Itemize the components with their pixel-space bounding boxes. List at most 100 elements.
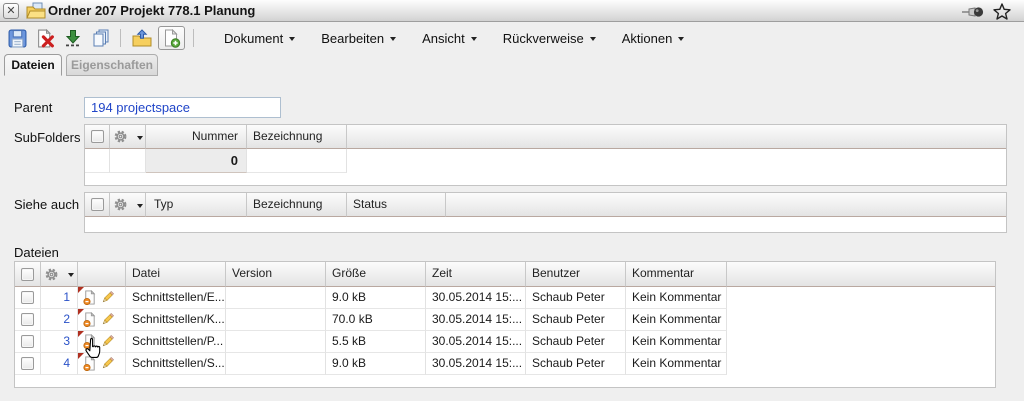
file-user-cell: Schaub Peter: [526, 331, 626, 353]
select-all-checkbox[interactable]: [85, 193, 110, 217]
column-header-kommentar[interactable]: Kommentar: [626, 262, 727, 287]
tab-bar: Dateien Eigenschaften: [0, 54, 1024, 76]
files-gear-menu[interactable]: [41, 262, 78, 287]
file-time-cell: 30.05.2014 15:...: [426, 287, 526, 309]
gear-icon: [113, 129, 128, 144]
file-version-cell: [226, 331, 326, 353]
menu-rueckverweise[interactable]: Rückverweise: [503, 31, 596, 46]
chevron-down-icon: [137, 204, 143, 208]
column-header-nummer[interactable]: Nummer: [146, 125, 247, 149]
row-checkbox[interactable]: [15, 353, 41, 375]
file-name-cell: Schnittstellen/S...: [126, 353, 226, 375]
gear-icon: [113, 197, 128, 212]
chevron-down-icon: [471, 37, 477, 41]
file-time-cell: 30.05.2014 15:...: [426, 353, 526, 375]
file-comment-cell: Kein Kommentar: [626, 353, 727, 375]
checkbox-icon: [21, 268, 34, 281]
files-table-body: 1 Schnittstellen/E... 9.0 kB 30.05.2014 …: [15, 287, 995, 375]
menu-ansicht[interactable]: Ansicht: [422, 31, 477, 46]
select-all-checkbox[interactable]: [85, 125, 110, 149]
subfolders-gear-menu[interactable]: [110, 125, 146, 149]
file-version-cell: [226, 287, 326, 309]
file-row: 3 Schnittstellen/P... 5.5 kB 30.05.2014 …: [15, 331, 995, 353]
window-title: Ordner 207 Projekt 778.1 Planung: [48, 0, 255, 22]
tab-eigenschaften[interactable]: Eigenschaften: [66, 54, 158, 76]
row-actions: [78, 287, 126, 309]
page-remove-icon[interactable]: [82, 290, 97, 305]
column-header-groesse[interactable]: Größe: [326, 262, 426, 287]
row-number-link[interactable]: 3: [41, 331, 78, 353]
files-table: Datei Version Größe Zeit Benutzer Kommen…: [14, 261, 996, 388]
new-document-icon[interactable]: [158, 26, 185, 50]
row-checkbox[interactable]: [15, 287, 41, 309]
column-header-status[interactable]: Status: [347, 193, 446, 217]
checkbox-icon: [21, 357, 34, 370]
close-icon[interactable]: ✕: [3, 3, 19, 19]
column-header-version[interactable]: Version: [226, 262, 326, 287]
toolbar-separator: [193, 29, 194, 47]
file-size-cell: 9.0 kB: [326, 353, 426, 375]
pencil-icon[interactable]: [100, 290, 115, 305]
chevron-down-icon: [590, 37, 596, 41]
folder-up-icon[interactable]: [131, 27, 153, 49]
column-header-typ[interactable]: Typ: [146, 193, 247, 217]
copy-icon[interactable]: [90, 27, 112, 49]
file-comment-cell: Kein Kommentar: [626, 287, 727, 309]
download-icon[interactable]: [62, 27, 84, 49]
gear-icon: [44, 267, 59, 282]
cursor-pointer: [82, 337, 103, 365]
siehe-auch-table: Typ Bezeichnung Status: [84, 192, 1007, 233]
file-name-cell: Schnittstellen/E...: [126, 287, 226, 309]
title-bar: ✕ Ordner 207 Projekt 778.1 Planung: [0, 0, 1024, 22]
row-number-link[interactable]: 4: [41, 353, 78, 375]
siehe-auch-header-row: Typ Bezeichnung Status: [85, 193, 1006, 217]
file-row: 1 Schnittstellen/E... 9.0 kB 30.05.2014 …: [15, 287, 995, 309]
file-comment-cell: Kein Kommentar: [626, 331, 727, 353]
column-header-benutzer[interactable]: Benutzer: [526, 262, 626, 287]
save-icon[interactable]: [6, 27, 28, 49]
menu-bearbeiten[interactable]: Bearbeiten: [321, 31, 396, 46]
chevron-down-icon: [678, 37, 684, 41]
siehe-auch-label: Siehe auch: [14, 197, 79, 212]
row-checkbox[interactable]: [15, 309, 41, 331]
checkbox-icon: [21, 313, 34, 326]
subfolders-label: SubFolders: [14, 130, 80, 145]
dateien-section-label: Dateien: [14, 245, 59, 260]
application-window: ✕ Ordner 207 Projekt 778.1 Planung: [0, 0, 1024, 401]
file-name-cell: Schnittstellen/P...: [126, 331, 226, 353]
chevron-down-icon: [390, 37, 396, 41]
file-user-cell: Schaub Peter: [526, 309, 626, 331]
file-comment-cell: Kein Kommentar: [626, 309, 727, 331]
toolbar-separator: [120, 29, 121, 47]
page-remove-icon[interactable]: [82, 312, 97, 327]
row-checkbox[interactable]: [15, 331, 41, 353]
column-header-datei[interactable]: Datei: [126, 262, 226, 287]
file-time-cell: 30.05.2014 15:...: [426, 309, 526, 331]
tab-dateien[interactable]: Dateien: [4, 54, 62, 76]
delete-document-icon[interactable]: [34, 27, 56, 49]
siehe-auch-gear-menu[interactable]: [110, 193, 146, 217]
files-header-row: Datei Version Größe Zeit Benutzer Kommen…: [15, 262, 995, 287]
file-version-cell: [226, 309, 326, 331]
file-size-cell: 5.5 kB: [326, 331, 426, 353]
select-all-checkbox[interactable]: [15, 262, 41, 287]
column-header-filler: [446, 193, 1006, 217]
parent-link[interactable]: 194 projectspace: [91, 100, 190, 115]
row-number-link[interactable]: 1: [41, 287, 78, 309]
checkbox-icon: [21, 335, 34, 348]
menu-dokument[interactable]: Dokument: [224, 31, 295, 46]
column-header-zeit[interactable]: Zeit: [426, 262, 526, 287]
pin-icon[interactable]: [961, 5, 985, 23]
column-header-bezeichnung[interactable]: Bezeichnung: [247, 125, 347, 149]
file-time-cell: 30.05.2014 15:...: [426, 331, 526, 353]
menu-aktionen[interactable]: Aktionen: [622, 31, 685, 46]
subfolders-table: Nummer Bezeichnung 0: [84, 124, 1007, 186]
parent-label: Parent: [14, 100, 52, 115]
row-number-link[interactable]: 2: [41, 309, 78, 331]
column-header-bezeichnung[interactable]: Bezeichnung: [247, 193, 347, 217]
file-name-cell: Schnittstellen/K...: [126, 309, 226, 331]
subfolders-count: 0: [146, 149, 247, 173]
file-size-cell: 70.0 kB: [326, 309, 426, 331]
pencil-icon[interactable]: [100, 312, 115, 327]
file-row: 2 Schnittstellen/K... 70.0 kB 30.05.2014…: [15, 309, 995, 331]
